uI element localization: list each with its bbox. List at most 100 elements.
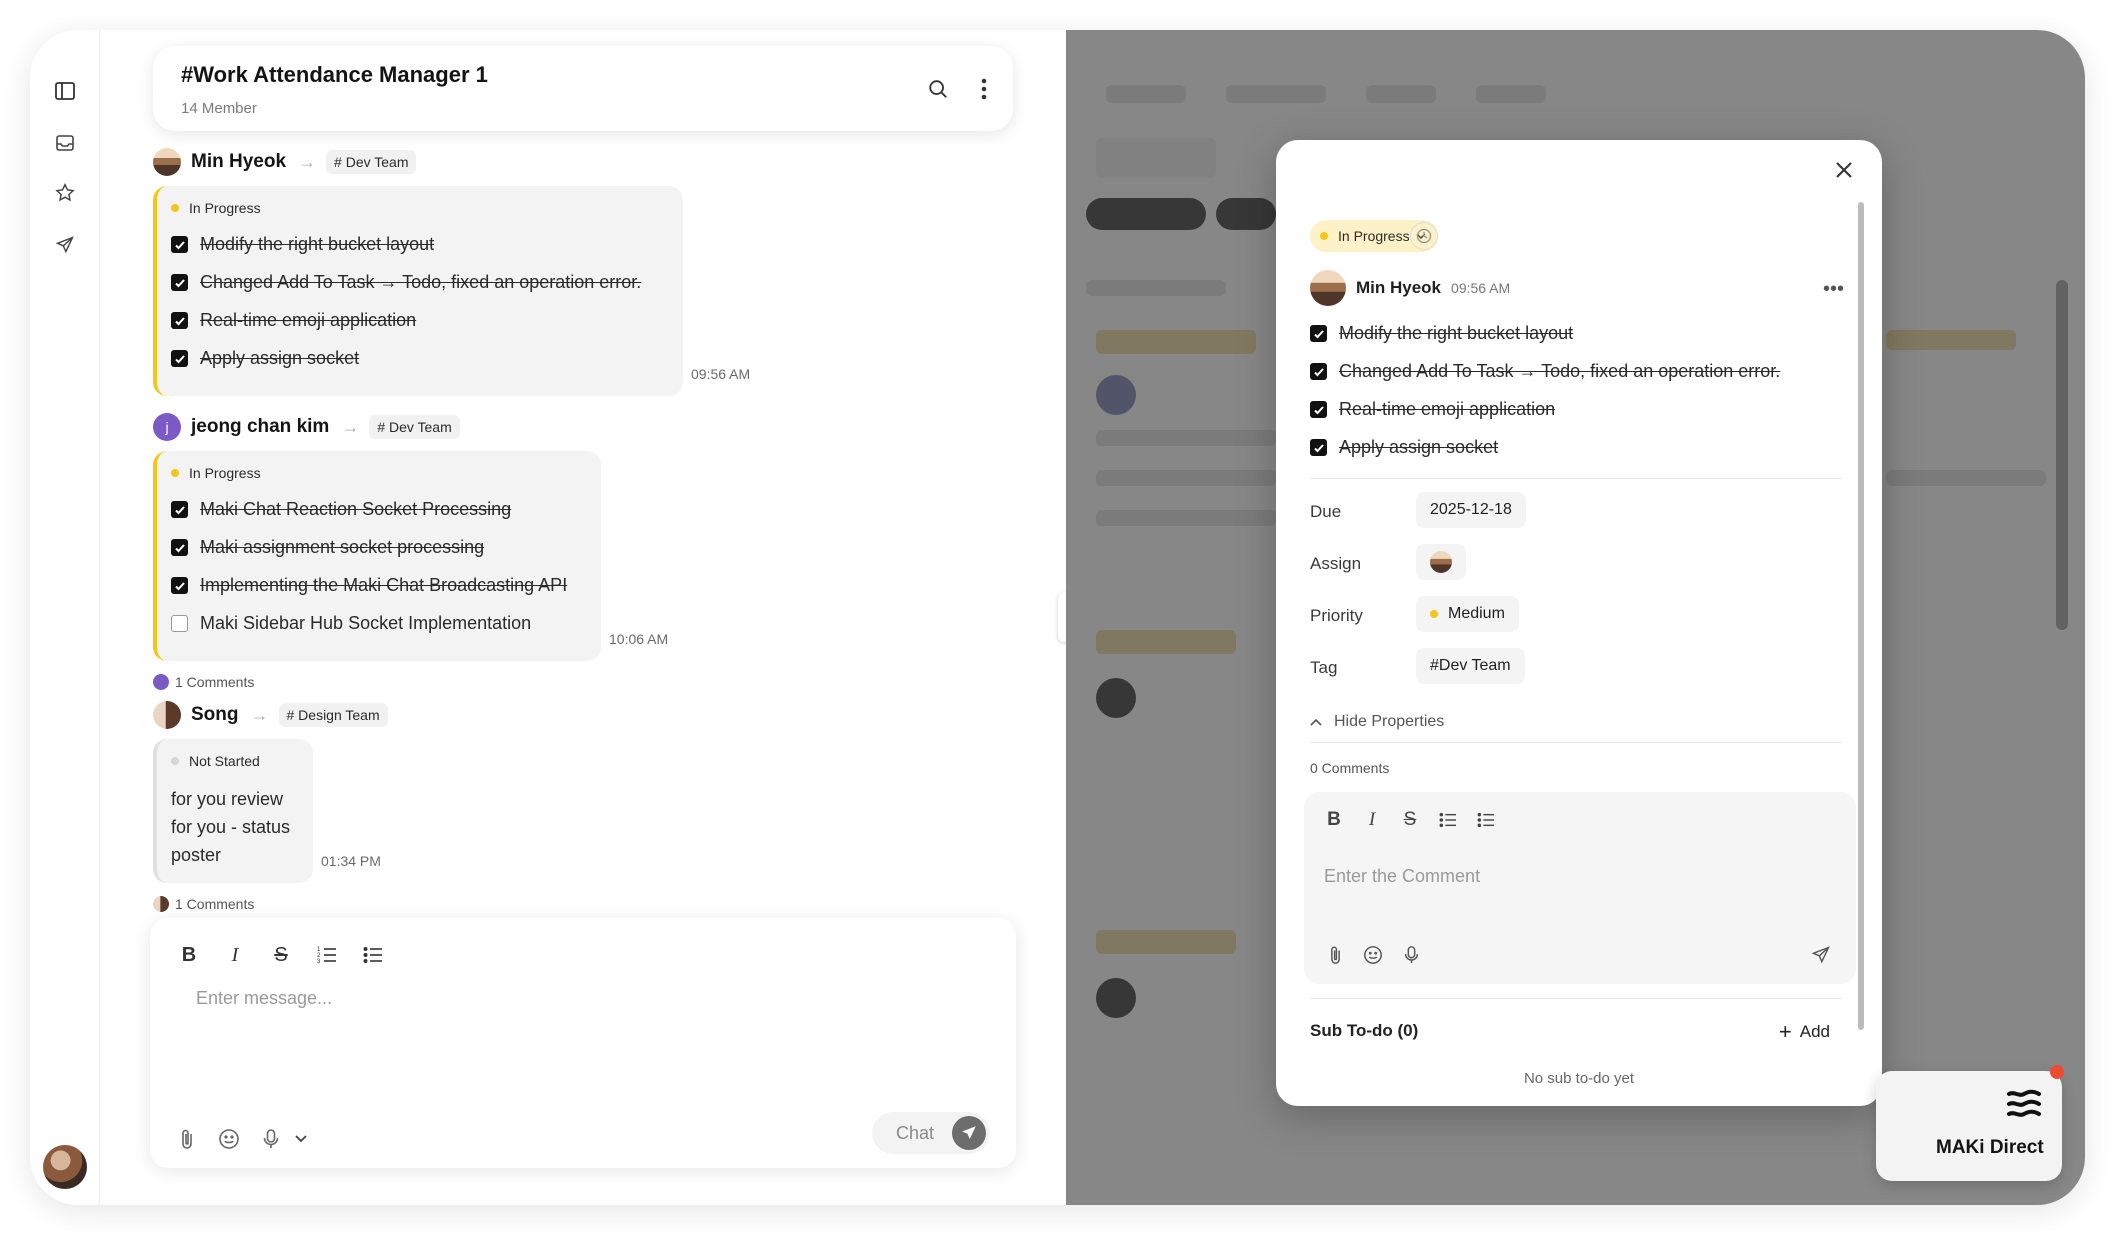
message-body: for you review for you - status poster <box>171 789 291 865</box>
checkbox-checked-icon[interactable] <box>171 312 188 329</box>
task-item[interactable]: Real-time emoji application <box>1310 399 1555 420</box>
checkbox-checked-icon[interactable] <box>171 501 188 518</box>
maki-direct-button[interactable]: MAKi Direct <box>1876 1065 2064 1181</box>
attachment-icon[interactable] <box>1322 942 1348 968</box>
checkbox-checked-icon[interactable] <box>171 577 188 594</box>
clock-icon[interactable] <box>1410 222 1438 250</box>
sidebar-toggle-icon[interactable] <box>48 74 82 108</box>
comment-avatar <box>153 896 169 912</box>
notification-dot <box>2050 1065 2064 1079</box>
maki-direct-label: MAKi Direct <box>1936 1137 2044 1158</box>
maki-logo-icon <box>2007 1089 2041 1117</box>
task-item[interactable]: Maki assignment socket processing <box>171 537 484 558</box>
checkbox-checked-icon[interactable] <box>171 274 188 291</box>
task-item[interactable]: Implementing the Maki Chat Broadcasting … <box>171 575 567 596</box>
checkbox-unchecked-icon[interactable] <box>171 615 188 632</box>
arrow-right-icon: → <box>250 704 269 725</box>
add-subtodo-button[interactable]: + Add <box>1779 1019 1830 1045</box>
send-icon[interactable] <box>952 1116 986 1150</box>
checkbox-checked-icon[interactable] <box>171 236 188 253</box>
italic-icon[interactable]: I <box>220 940 250 970</box>
send-icon[interactable] <box>1808 942 1834 968</box>
emoji-icon[interactable] <box>1360 942 1386 968</box>
italic-icon[interactable]: I <box>1358 806 1386 834</box>
bold-icon[interactable]: B <box>1320 806 1348 834</box>
strikethrough-icon[interactable]: S <box>266 940 296 970</box>
task-item[interactable]: Changed Add To Task → Todo, fixed an ope… <box>171 272 641 293</box>
priority-field[interactable]: Medium <box>1416 596 1519 632</box>
task-item[interactable]: Modify the right bucket layout <box>1310 323 1573 344</box>
avatar[interactable] <box>1310 270 1346 306</box>
ordered-list-icon[interactable]: 123 <box>312 940 342 970</box>
send-label: Chat <box>896 1122 935 1143</box>
task-item[interactable]: Apply assign socket <box>1310 437 1498 458</box>
status-badge: In Progress <box>171 200 261 216</box>
chevron-down-icon[interactable] <box>288 1126 314 1152</box>
task-item[interactable]: Modify the right bucket layout <box>171 234 434 255</box>
divider <box>1310 742 1842 743</box>
team-tag[interactable]: # Dev Team <box>369 415 460 439</box>
close-icon[interactable] <box>1828 154 1860 186</box>
task-item[interactable]: Apply assign socket <box>171 348 359 369</box>
search-icon[interactable] <box>923 74 953 104</box>
message-composer: B I S 123 Enter message... Chat <box>150 918 1016 1168</box>
assignee-field[interactable] <box>1416 544 1466 580</box>
checkbox-checked-icon[interactable] <box>1310 325 1327 342</box>
comment-input[interactable]: Enter the Comment <box>1324 866 1480 887</box>
message-time: 09:56 AM <box>691 366 751 382</box>
chat-panel: #Work Attendance Manager 1 14 Member Min… <box>100 30 1066 1205</box>
bullet-list-icon[interactable] <box>1472 806 1500 834</box>
modal-scrollbar[interactable] <box>1858 202 1864 1030</box>
team-tag[interactable]: # Design Team <box>278 703 388 727</box>
comment-editor: B I S Enter the Comment <box>1304 792 1856 984</box>
team-tag[interactable]: # Dev Team <box>326 150 417 174</box>
user-avatar[interactable] <box>43 1145 87 1189</box>
checkbox-checked-icon[interactable] <box>1310 363 1327 380</box>
emoji-icon[interactable] <box>216 1126 242 1152</box>
subtodo-empty-state: No sub to-do yet <box>1523 1070 1635 1087</box>
message-header: Min Hyeok → # Dev Team <box>153 146 417 178</box>
checkbox-checked-icon[interactable] <box>1310 401 1327 418</box>
sender-name[interactable]: jeong chan kim <box>191 416 329 438</box>
task-card[interactable]: In Progress Modify the right bucket layo… <box>153 186 683 396</box>
hide-properties-toggle[interactable]: Hide Properties <box>1310 713 1444 731</box>
bold-icon[interactable]: B <box>174 940 204 970</box>
more-horizontal-icon[interactable]: ••• <box>1823 278 1844 301</box>
avatar[interactable] <box>153 148 181 176</box>
task-card[interactable]: In Progress Maki Chat Reaction Socket Pr… <box>153 451 601 661</box>
microphone-icon[interactable] <box>258 1126 284 1152</box>
task-item[interactable]: Real-time emoji application <box>171 310 416 331</box>
task-item[interactable]: Maki Chat Reaction Socket Processing <box>171 499 511 520</box>
checkbox-checked-icon[interactable] <box>171 350 188 367</box>
send-icon[interactable] <box>48 228 82 262</box>
checkbox-checked-icon[interactable] <box>171 539 188 556</box>
strikethrough-icon[interactable]: S <box>1396 806 1424 834</box>
due-date-field[interactable]: 2025-12-18 <box>1416 492 1526 528</box>
task-card[interactable]: Not Started for you review for you - sta… <box>153 739 313 883</box>
message-header: Song → # Design Team <box>153 699 388 731</box>
sender-name[interactable]: Song <box>191 704 239 726</box>
channel-header: #Work Attendance Manager 1 14 Member <box>153 46 1013 131</box>
author-name[interactable]: Min Hyeok <box>1356 278 1441 298</box>
inbox-icon[interactable] <box>48 126 82 160</box>
checkbox-checked-icon[interactable] <box>1310 439 1327 456</box>
bullet-list-icon[interactable] <box>358 940 388 970</box>
priority-label: Priority <box>1310 606 1363 625</box>
task-item[interactable]: Changed Add To Task → Todo, fixed an ope… <box>1310 361 1780 382</box>
more-vertical-icon[interactable] <box>969 74 999 104</box>
avatar[interactable] <box>153 701 181 729</box>
microphone-icon[interactable] <box>1398 942 1424 968</box>
tag-field[interactable]: #Dev Team <box>1416 648 1525 684</box>
sender-name[interactable]: Min Hyeok <box>191 151 286 173</box>
attachment-icon[interactable] <box>174 1126 200 1152</box>
avatar[interactable]: j <box>153 413 181 441</box>
ordered-list-icon[interactable] <box>1434 806 1462 834</box>
divider <box>1310 478 1842 479</box>
task-item[interactable]: Maki Sidebar Hub Socket Implementation <box>171 613 531 634</box>
comments-link[interactable]: 1 Comments <box>153 896 254 912</box>
message-input[interactable]: Enter message... <box>196 988 332 1009</box>
send-button[interactable]: Chat <box>872 1112 990 1154</box>
star-icon[interactable] <box>48 176 82 210</box>
comments-link[interactable]: 1 Comments <box>153 674 254 690</box>
status-badge: In Progress <box>171 465 261 481</box>
